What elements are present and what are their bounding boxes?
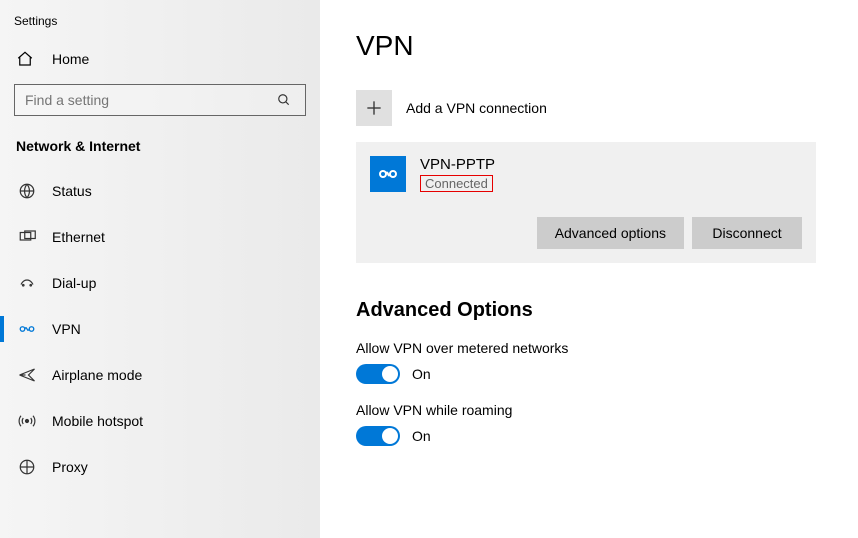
search-box[interactable]	[14, 84, 306, 116]
nav-label: Dial-up	[52, 275, 96, 291]
nav-item-hotspot[interactable]: Mobile hotspot	[0, 398, 320, 444]
roaming-label: Allow VPN while roaming	[356, 402, 818, 418]
search-input[interactable]	[15, 92, 277, 108]
vpn-connection-header: VPN-PPTP Connected	[370, 156, 802, 193]
ethernet-icon	[16, 228, 38, 246]
search-icon	[277, 93, 305, 107]
plus-icon	[356, 90, 392, 126]
vpn-connection-icon	[370, 156, 406, 192]
vpn-connection-card[interactable]: VPN-PPTP Connected Advanced options Disc…	[356, 142, 816, 263]
app-title: Settings	[0, 10, 320, 42]
metered-label: Allow VPN over metered networks	[356, 340, 818, 356]
metered-state: On	[412, 366, 431, 382]
vpn-connection-info: VPN-PPTP Connected	[420, 156, 495, 193]
hotspot-icon	[16, 412, 38, 430]
nav-item-airplane[interactable]: Airplane mode	[0, 352, 320, 398]
metered-toggle-row: On	[356, 364, 818, 384]
disconnect-button[interactable]: Disconnect	[692, 217, 802, 249]
home-label: Home	[52, 51, 89, 67]
nav-item-vpn[interactable]: VPN	[0, 306, 320, 352]
settings-app: Settings Home Network & Internet Status	[0, 0, 858, 538]
vpn-actions: Advanced options Disconnect	[370, 217, 802, 249]
roaming-state: On	[412, 428, 431, 444]
proxy-icon	[16, 458, 38, 476]
advanced-options-button[interactable]: Advanced options	[537, 217, 684, 249]
home-icon	[16, 50, 34, 68]
nav-item-status[interactable]: Status	[0, 168, 320, 214]
nav-label: Proxy	[52, 459, 88, 475]
status-icon	[16, 182, 38, 200]
home-link[interactable]: Home	[0, 42, 320, 76]
roaming-toggle[interactable]	[356, 426, 400, 446]
metered-toggle[interactable]	[356, 364, 400, 384]
main-content: VPN Add a VPN connection VPN-PPTP Connec…	[320, 0, 858, 538]
dialup-icon	[16, 274, 38, 292]
advanced-options-title: Advanced Options	[356, 299, 818, 322]
nav-item-dialup[interactable]: Dial-up	[0, 260, 320, 306]
nav-label: Airplane mode	[52, 367, 142, 383]
nav-label: Mobile hotspot	[52, 413, 143, 429]
vpn-icon	[16, 320, 38, 338]
nav-list: Status Ethernet Dial-up VPN	[0, 168, 320, 490]
nav-label: VPN	[52, 321, 81, 337]
nav-label: Status	[52, 183, 92, 199]
vpn-connection-status: Connected	[420, 175, 493, 192]
airplane-icon	[16, 366, 38, 384]
add-vpn-connection[interactable]: Add a VPN connection	[356, 90, 818, 126]
roaming-toggle-row: On	[356, 426, 818, 446]
vpn-connection-name: VPN-PPTP	[420, 156, 495, 173]
sidebar: Settings Home Network & Internet Status	[0, 0, 320, 538]
nav-label: Ethernet	[52, 229, 105, 245]
nav-item-proxy[interactable]: Proxy	[0, 444, 320, 490]
nav-item-ethernet[interactable]: Ethernet	[0, 214, 320, 260]
page-title: VPN	[356, 30, 818, 62]
section-title: Network & Internet	[0, 132, 320, 168]
add-vpn-label: Add a VPN connection	[406, 100, 547, 116]
